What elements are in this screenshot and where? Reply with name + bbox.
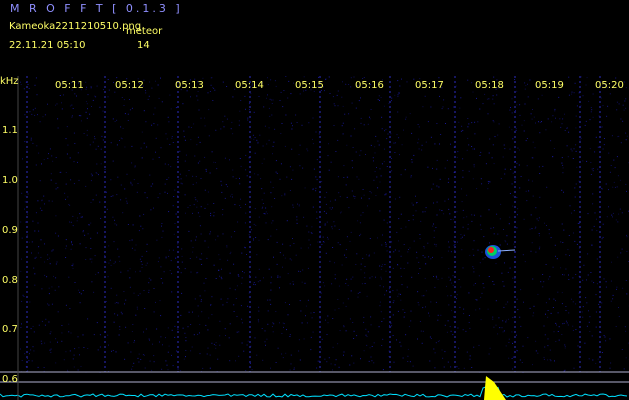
y-tick-label: 0.6 bbox=[2, 374, 18, 385]
x-tick-label: 05:14 bbox=[235, 80, 264, 91]
file-datetime: 22.11.21 05:10 bbox=[9, 40, 86, 51]
x-tick-label: 05:17 bbox=[415, 80, 444, 91]
y-axis-unit: kHz bbox=[0, 76, 19, 87]
y-tick-label: 1.0 bbox=[2, 175, 18, 186]
x-tick-label: 05:11 bbox=[55, 80, 84, 91]
file-name: Kameoka2211210510.png bbox=[9, 21, 142, 32]
y-tick-label: 0.9 bbox=[2, 225, 18, 236]
meteor-count-label: meteor bbox=[126, 26, 163, 37]
x-tick-label: 05:16 bbox=[355, 80, 384, 91]
y-tick-label: 0.8 bbox=[2, 275, 18, 286]
spectrogram-canvas bbox=[0, 76, 629, 400]
meteor-count-value: 14 bbox=[137, 40, 150, 51]
app-title: M R O F F T [ 0.1.3 ] bbox=[10, 2, 183, 15]
x-tick-label: 05:12 bbox=[115, 80, 144, 91]
y-tick-label: 0.7 bbox=[2, 324, 18, 335]
y-tick-label: 1.1 bbox=[2, 125, 18, 136]
x-tick-label: 05:20 bbox=[595, 80, 624, 91]
x-tick-label: 05:19 bbox=[535, 80, 564, 91]
x-tick-label: 05:13 bbox=[175, 80, 204, 91]
x-tick-label: 05:18 bbox=[475, 80, 504, 91]
x-tick-label: 05:15 bbox=[295, 80, 324, 91]
